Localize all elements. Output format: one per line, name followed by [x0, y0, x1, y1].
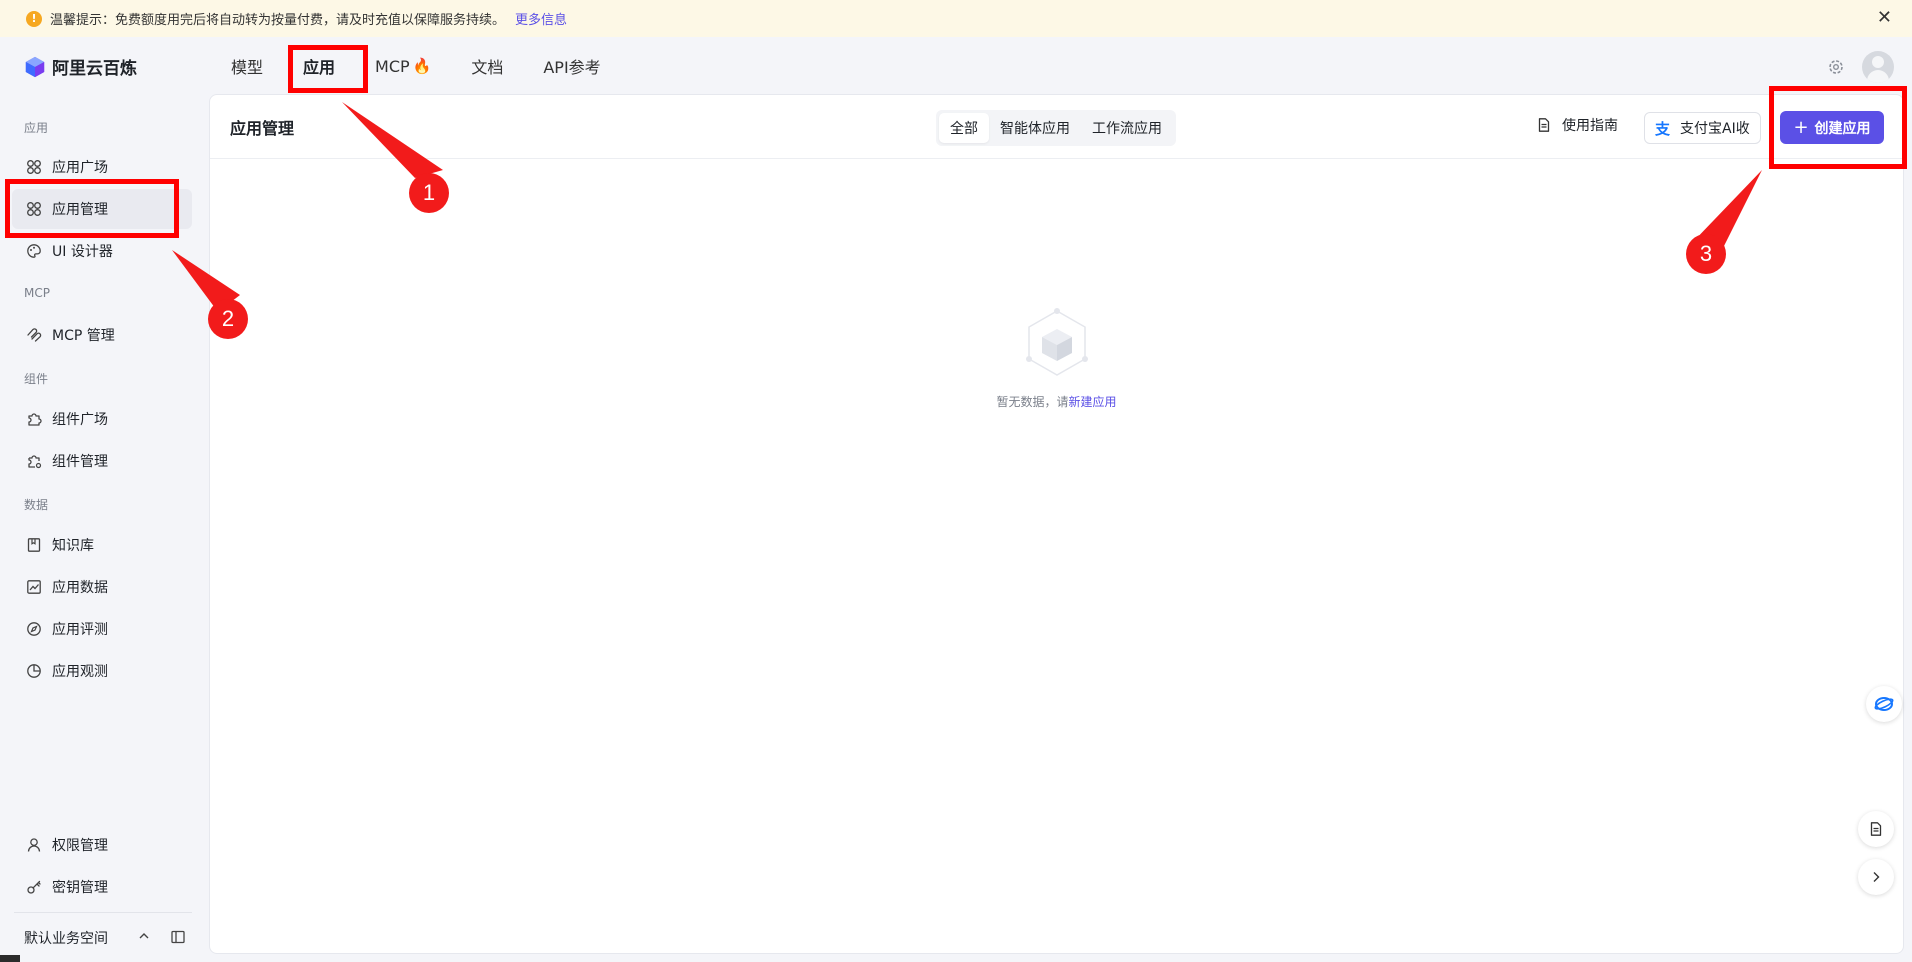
- document-icon: [1870, 822, 1882, 836]
- chevron-right-icon: [1873, 872, 1880, 882]
- alipay-label: 支付宝AI收: [1680, 121, 1750, 137]
- chevron-up-icon[interactable]: [136, 928, 152, 944]
- document-icon: [1538, 118, 1550, 132]
- puzzle-icon: [26, 411, 42, 427]
- empty-text: 暂无数据，请新建应用: [996, 393, 1116, 410]
- sidebar-item-label: UI 设计器: [52, 244, 113, 260]
- tab-model-label: 模型: [231, 58, 264, 77]
- grid-icon: [26, 159, 42, 175]
- gear-icon[interactable]: [1826, 57, 1846, 77]
- section-label-mcp: MCP: [24, 286, 50, 300]
- brand[interactable]: 阿里云百炼: [24, 54, 137, 79]
- callout-3: 3: [1686, 234, 1726, 274]
- tab-docs-label: 文档: [471, 58, 504, 77]
- sidebar-item-app-eval[interactable]: 应用评测: [12, 609, 192, 649]
- sidebar-item-knowledge[interactable]: 知识库: [12, 525, 192, 565]
- main-panel: 应用管理 全部 智能体应用 工作流应用 使用指南 支 支付宝AI收 + 创建应用: [209, 94, 1904, 954]
- sidebar-item-comp-manage[interactable]: 组件管理: [12, 441, 192, 481]
- annotation-box-3: [1769, 86, 1907, 169]
- sidebar-item-label: 应用数据: [52, 580, 108, 596]
- collapse-sidebar-icon[interactable]: [170, 929, 186, 945]
- section-label-data: 数据: [24, 498, 49, 512]
- sidebar-item-permission[interactable]: 权限管理: [12, 825, 192, 865]
- chart-icon: [26, 579, 42, 595]
- mcp-icon: [26, 327, 42, 343]
- tab-model[interactable]: 模型: [211, 37, 283, 95]
- sidebar-item-secret[interactable]: 密钥管理: [12, 867, 192, 907]
- top-nav: 阿里云百炼 模型 应用 MCP 🔥 文档 API参考: [0, 37, 1912, 95]
- palette-icon: [26, 243, 42, 259]
- puzzle-settings-icon: [26, 453, 42, 469]
- empty-message: 暂无数据，请: [996, 395, 1069, 409]
- callout-2: 2: [208, 299, 248, 339]
- filter-workflow-app[interactable]: 工作流应用: [1081, 113, 1173, 143]
- brand-name: 阿里云百炼: [52, 59, 137, 79]
- user-icon: [26, 837, 42, 853]
- sidebar-item-label: 密钥管理: [52, 880, 108, 896]
- workspace-name: 默认业务空间: [24, 931, 108, 947]
- alipay-button[interactable]: 支 支付宝AI收: [1644, 112, 1761, 144]
- alipay-icon: 支: [1655, 119, 1671, 138]
- page-title: 应用管理: [230, 119, 295, 138]
- divider: [14, 912, 192, 913]
- nav-tabs: 模型 应用 MCP 🔥 文档 API参考: [211, 37, 621, 95]
- tab-api[interactable]: API参考: [523, 37, 620, 95]
- filter-all[interactable]: 全部: [939, 113, 989, 143]
- sidebar-item-app-data[interactable]: 应用数据: [12, 567, 192, 607]
- logo-icon: [25, 56, 45, 77]
- docs-float-button[interactable]: [1858, 811, 1894, 847]
- section-label-app: 应用: [24, 121, 49, 135]
- compass-icon: [26, 621, 42, 637]
- callout-1: 1: [409, 173, 449, 213]
- sidebar-item-label: 组件广场: [52, 412, 108, 428]
- filter-segmented: 全部 智能体应用 工作流应用: [936, 110, 1176, 146]
- book-icon: [26, 537, 42, 553]
- sidebar-item-label: 应用广场: [52, 160, 108, 176]
- sidebar-item-label: MCP 管理: [52, 328, 115, 344]
- assistant-icon: [1874, 697, 1894, 711]
- guide-link[interactable]: 使用指南: [1536, 115, 1618, 135]
- more-info-link[interactable]: 更多信息: [515, 9, 567, 28]
- top-right-tools: [1826, 51, 1894, 83]
- guide-label: 使用指南: [1562, 118, 1618, 134]
- sidebar-item-comp-plaza[interactable]: 组件广场: [12, 399, 192, 439]
- sidebar-item-label: 应用观测: [52, 664, 108, 680]
- corner-mark: [0, 955, 20, 962]
- filter-agent-app[interactable]: 智能体应用: [989, 113, 1081, 143]
- key-icon: [26, 879, 42, 895]
- tab-docs[interactable]: 文档: [451, 37, 523, 95]
- workspace-switcher[interactable]: 默认业务空间: [24, 928, 194, 948]
- sidebar-item-mcp-manage[interactable]: MCP 管理: [12, 315, 192, 355]
- notice-bar: ! 温馨提示：免费额度用完后将自动转为按量付费，请及时充值以保障服务持续。 更多…: [0, 0, 1912, 37]
- annotation-box-2: [5, 179, 179, 238]
- tab-mcp-label: MCP: [375, 56, 410, 76]
- expand-float-button[interactable]: [1858, 859, 1894, 895]
- flame-icon: 🔥: [412, 57, 432, 75]
- notice-text: 温馨提示：免费额度用完后将自动转为按量付费，请及时充值以保障服务持续。: [50, 13, 506, 28]
- pie-chart-icon: [26, 663, 42, 679]
- sidebar-item-app-observe[interactable]: 应用观测: [12, 651, 192, 691]
- assistant-float-button[interactable]: [1866, 686, 1902, 722]
- empty-state: 暂无数据，请新建应用: [210, 307, 1903, 410]
- sidebar-item-label: 权限管理: [52, 838, 108, 854]
- sidebar-item-label: 应用评测: [52, 622, 108, 638]
- main-header: 应用管理 全部 智能体应用 工作流应用 使用指南 支 支付宝AI收 + 创建应用: [210, 95, 1903, 159]
- annotation-box-1: [288, 45, 368, 93]
- new-app-link[interactable]: 新建应用: [1069, 395, 1117, 409]
- tab-api-label: API参考: [543, 58, 601, 77]
- empty-box-icon: [1025, 308, 1088, 376]
- section-label-component: 组件: [24, 372, 49, 386]
- close-icon[interactable]: ✕: [1877, 9, 1892, 27]
- tab-mcp[interactable]: MCP 🔥: [355, 37, 451, 95]
- sidebar-item-label: 组件管理: [52, 454, 108, 470]
- avatar[interactable]: [1862, 51, 1894, 83]
- warning-icon: !: [26, 10, 42, 27]
- sidebar-item-label: 知识库: [52, 538, 94, 554]
